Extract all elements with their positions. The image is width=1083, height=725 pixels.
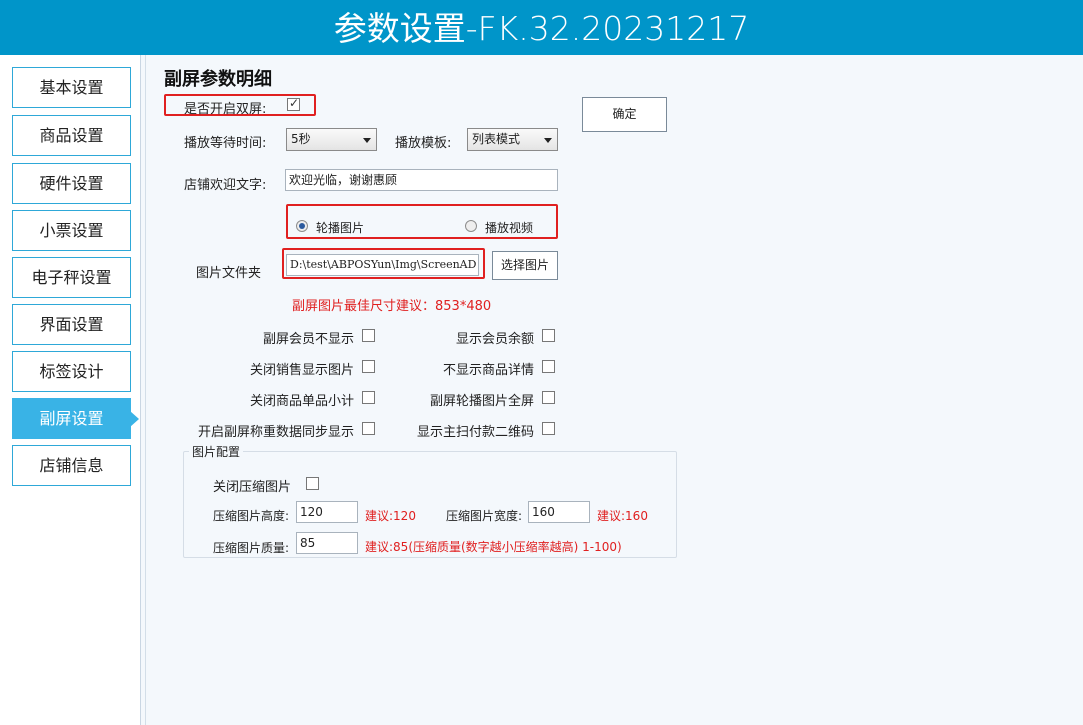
close-compress-label: 关闭压缩图片 [213,480,292,495]
close-sale-image-checkbox[interactable] [362,360,375,373]
main-panel: 副屏参数明细 是否开启双屏: 确定 播放等待时间: 5秒 播放模板: 列表模式 … [146,55,1083,725]
wait-time-select[interactable]: 5秒 [286,128,377,151]
choose-image-button[interactable]: 选择图片 [492,251,558,280]
height-input[interactable]: 120 [296,501,358,523]
hide-product-detail-checkbox[interactable] [542,360,555,373]
chevron-down-icon [544,138,552,143]
width-input[interactable]: 160 [528,501,590,523]
dual-screen-label: 是否开启双屏: [184,102,267,117]
option-label: 开启副屏称重数据同步显示 [197,425,354,440]
option-label: 关闭商品单品小计 [249,394,354,409]
sidebar-item-basic-settings[interactable]: 基本设置 [12,67,131,108]
wait-time-value: 5秒 [291,132,311,146]
sidebar-item-receipt-settings[interactable]: 小票设置 [12,210,131,251]
option-label: 副屏轮播图片全屏 [429,394,534,409]
show-qr-checkbox[interactable] [542,422,555,435]
page-title: 副屏参数明细 [164,69,272,90]
quality-input[interactable]: 85 [296,532,358,554]
sidebar-item-secondary-screen[interactable]: 副屏设置 [12,398,139,439]
option-label: 副屏会员不显示 [262,332,354,347]
radio-images[interactable] [296,220,308,232]
quality-label: 压缩图片质量: [213,541,290,555]
chevron-down-icon [363,138,371,143]
close-item-subtotal-checkbox[interactable] [362,391,375,404]
wait-time-label: 播放等待时间: [184,136,267,151]
option-label: 显示主扫付款二维码 [416,425,534,440]
sidebar-item-label-design[interactable]: 标签设计 [12,351,131,392]
play-template-select[interactable]: 列表模式 [467,128,558,151]
window-title: 参数设置-FK.32.20231217 [0,0,1083,55]
weight-sync-checkbox[interactable] [362,422,375,435]
dual-screen-checkbox[interactable] [287,96,300,111]
height-label: 压缩图片高度: [213,509,290,523]
sidebar-item-product-settings[interactable]: 商品设置 [12,115,131,156]
welcome-label: 店铺欢迎文字: [184,178,267,193]
folder-input[interactable]: D:\test\ABPOSYun\Img\ScreenAD [286,254,479,276]
option-label: 关闭销售显示图片 [249,363,354,378]
play-template-value: 列表模式 [472,132,521,146]
play-template-label: 播放模板: [395,136,452,151]
sidebar-item-interface-settings[interactable]: 界面设置 [12,304,131,345]
sidebar: 基本设置 商品设置 硬件设置 小票设置 电子秤设置 界面设置 标签设计 副屏设置… [0,55,141,725]
confirm-button[interactable]: 确定 [582,97,667,132]
fullscreen-carousel-checkbox[interactable] [542,391,555,404]
option-label: 不显示商品详情 [442,363,534,378]
quality-hint: 建议:85(压缩质量(数字越小压缩率越高) 1-100) [365,540,622,554]
show-balance-checkbox[interactable] [542,329,555,342]
option-label: 显示会员余额 [455,332,534,347]
hide-member-checkbox[interactable] [362,329,375,342]
welcome-input[interactable]: 欢迎光临，谢谢惠顾 [285,169,558,191]
image-config-title: 图片配置 [189,443,244,460]
height-hint: 建议:120 [365,509,416,523]
radio-video[interactable] [465,220,477,232]
size-hint: 副屏图片最佳尺寸建议：853*480 [292,299,492,314]
sidebar-item-store-info[interactable]: 店铺信息 [12,445,131,486]
sidebar-item-scale-settings[interactable]: 电子秤设置 [12,257,131,298]
radio-video-label: 播放视频 [485,221,534,235]
close-compress-checkbox[interactable] [306,477,319,490]
sidebar-item-hardware-settings[interactable]: 硬件设置 [12,163,131,204]
width-label: 压缩图片宽度: [446,509,523,523]
folder-label: 图片文件夹 [196,266,262,281]
width-hint: 建议:160 [597,509,648,523]
radio-images-label: 轮播图片 [316,221,365,235]
